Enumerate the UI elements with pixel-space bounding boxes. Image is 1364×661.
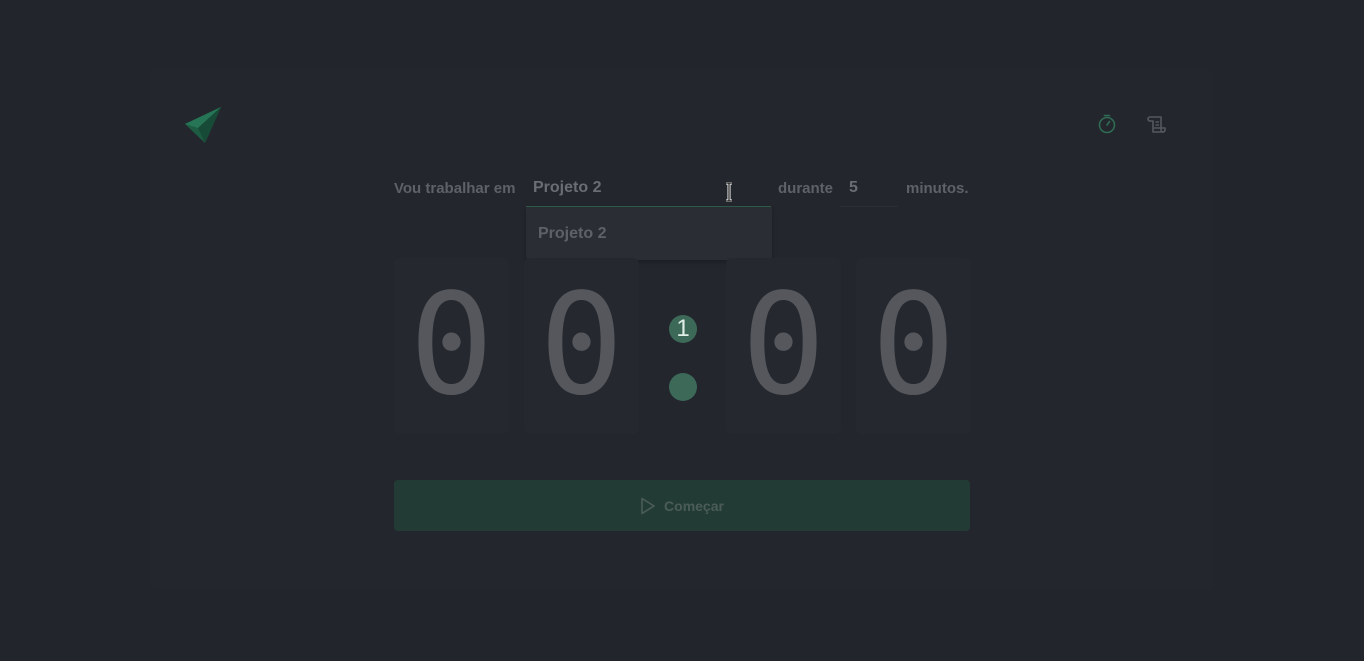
separator-dot-bottom bbox=[669, 373, 697, 401]
seconds-tens-digit: 0 bbox=[726, 258, 841, 434]
countdown-display: 0 0 1 0 0 bbox=[394, 258, 971, 434]
step-badge: 1 bbox=[676, 315, 690, 342]
minutes-input[interactable] bbox=[840, 170, 898, 207]
text-cursor-icon bbox=[726, 182, 732, 202]
minutes-ones-digit: 0 bbox=[524, 258, 639, 434]
play-icon bbox=[641, 497, 655, 514]
task-suggestion-dropdown: Projeto 2 bbox=[526, 207, 772, 260]
minutes-tens-digit: 0 bbox=[394, 258, 509, 434]
form-prefix-label: Vou trabalhar em bbox=[394, 180, 516, 197]
start-button-label: Começar bbox=[664, 497, 724, 514]
scroll-history-icon[interactable] bbox=[1146, 113, 1168, 135]
task-form: Vou trabalhar em durante minutos. bbox=[394, 170, 970, 208]
paper-plane-logo-icon bbox=[185, 107, 221, 143]
task-name-input[interactable] bbox=[526, 170, 771, 207]
form-middle-label: durante bbox=[778, 180, 834, 197]
suggestion-option[interactable]: Projeto 2 bbox=[538, 225, 606, 243]
form-suffix-label: minutos. bbox=[906, 180, 969, 197]
timer-icon[interactable] bbox=[1096, 113, 1118, 135]
seconds-ones-digit: 0 bbox=[856, 258, 971, 434]
start-button[interactable]: Começar bbox=[394, 480, 970, 531]
